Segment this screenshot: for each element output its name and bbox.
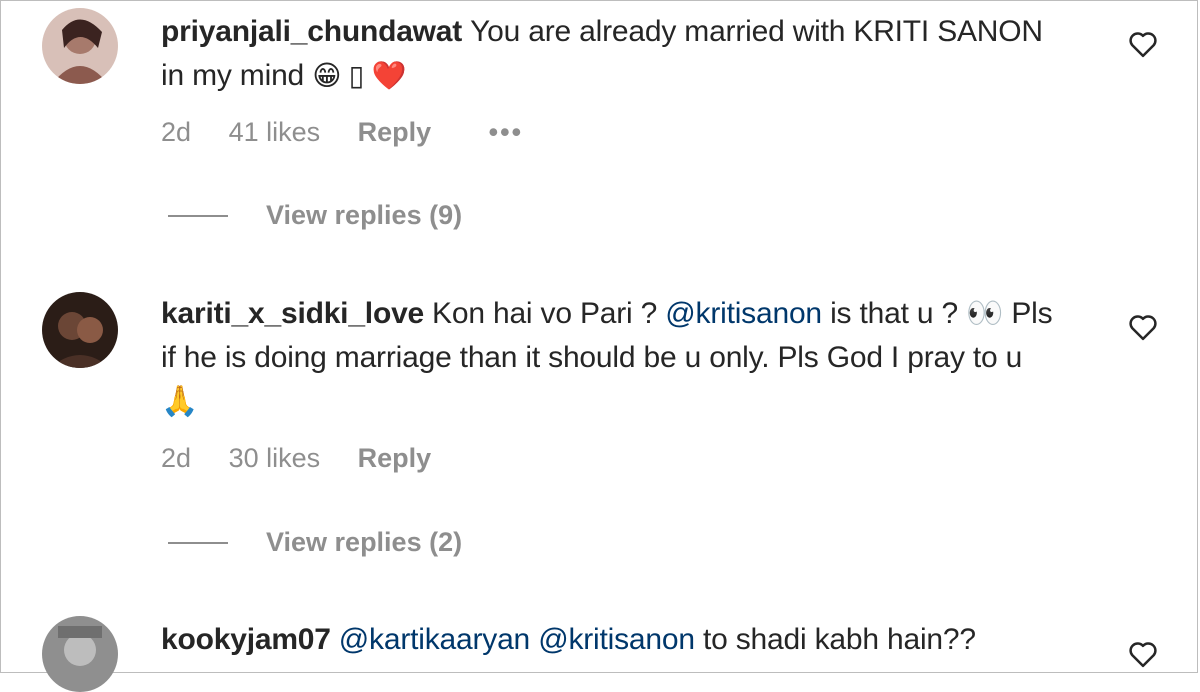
replies-divider-line — [168, 541, 228, 544]
replies-divider-line — [168, 214, 228, 217]
view-replies-label[interactable]: View replies (9) — [266, 200, 462, 231]
avatar[interactable] — [42, 616, 118, 692]
avatar[interactable] — [42, 292, 118, 368]
username[interactable]: kariti_x_sidki_love — [161, 297, 424, 330]
like-heart-icon[interactable] — [1128, 640, 1158, 668]
mention-link[interactable]: @kartikaaryan — [339, 623, 530, 656]
username[interactable]: priyanjali_chundawat — [161, 15, 462, 48]
mention-link[interactable]: @kritisanon — [538, 623, 695, 656]
comment-body: priyanjali_chundawat You are already marr… — [161, 10, 1061, 98]
avatar-image-icon — [42, 616, 118, 692]
comment-body: kariti_x_sidki_love Kon hai vo Pari ? @kr… — [161, 292, 1061, 424]
like-count[interactable]: 30 likes — [229, 443, 321, 474]
username[interactable]: kookyjam07 — [161, 623, 331, 656]
comment-body: kookyjam07 @kartikaaryan @kritisanon to s… — [161, 618, 1061, 662]
comment-meta: 2d 30 likes Reply — [161, 443, 461, 474]
avatar-image-icon — [42, 8, 118, 84]
more-options-icon[interactable]: ••• — [489, 117, 523, 148]
like-count[interactable]: 41 likes — [229, 117, 321, 148]
avatar[interactable] — [42, 8, 118, 84]
view-replies-label[interactable]: View replies (2) — [266, 527, 462, 558]
comment-meta: 2d 41 likes Reply ••• — [161, 117, 553, 148]
comment-time: 2d — [161, 443, 192, 473]
mention-link[interactable]: @kritisanon — [665, 297, 822, 330]
comment-emojis: 😁 ▯ ❤️ — [312, 60, 407, 91]
comment-time: 2d — [161, 117, 192, 147]
comment-text: Kon hai vo Pari ? — [432, 297, 658, 330]
reply-button[interactable]: Reply — [358, 443, 432, 474]
reply-button[interactable]: Reply — [358, 117, 432, 148]
like-heart-icon[interactable] — [1128, 313, 1158, 341]
like-heart-icon[interactable] — [1128, 30, 1158, 58]
view-replies-button[interactable]: View replies (2) — [168, 527, 462, 558]
comment-text: to shadi kabh hain?? — [702, 623, 976, 656]
view-replies-button[interactable]: View replies (9) — [168, 200, 462, 231]
avatar-image-icon — [42, 292, 118, 368]
